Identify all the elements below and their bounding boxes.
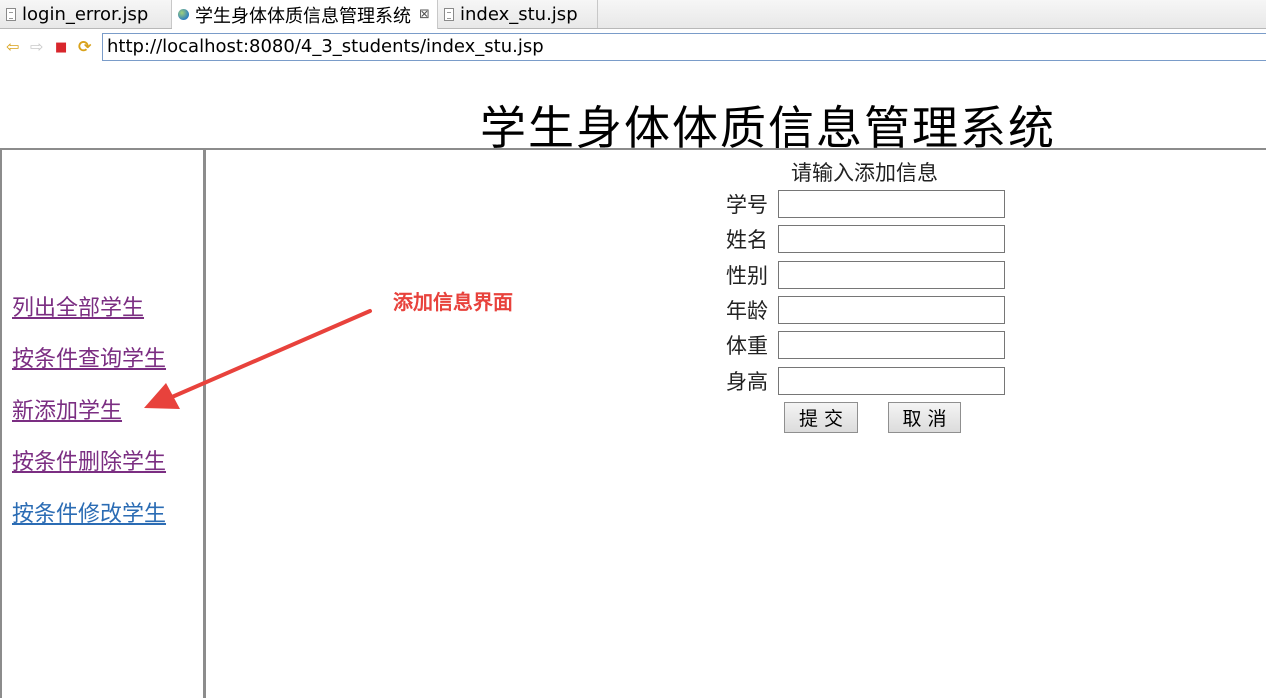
gender-input[interactable] — [778, 261, 1005, 289]
form-row-name: 姓名 — [726, 224, 1005, 254]
weight-input[interactable] — [778, 331, 1005, 359]
field-label: 身高 — [726, 370, 768, 394]
field-label: 体重 — [726, 334, 768, 358]
submit-button[interactable]: 提交 — [784, 402, 858, 433]
age-input[interactable] — [778, 296, 1005, 324]
form-title: 请输入添加信息 — [791, 161, 938, 185]
form-row-gender: 性别 — [726, 260, 1005, 290]
field-label: 姓名 — [726, 228, 768, 252]
form-row-height: 身高 — [726, 366, 1005, 396]
field-label: 年龄 — [726, 299, 768, 323]
form-row-student-id: 学号 — [726, 189, 1005, 219]
student-id-input[interactable] — [778, 190, 1005, 218]
form-row-age: 年龄 — [726, 295, 1005, 325]
annotation-arrow-icon — [144, 309, 372, 409]
field-label: 性别 — [726, 264, 768, 288]
name-input[interactable] — [778, 225, 1005, 253]
height-input[interactable] — [778, 367, 1005, 395]
cancel-button[interactable]: 取消 — [888, 402, 961, 433]
form-row-weight: 体重 — [726, 330, 1005, 360]
field-label: 学号 — [726, 193, 768, 217]
